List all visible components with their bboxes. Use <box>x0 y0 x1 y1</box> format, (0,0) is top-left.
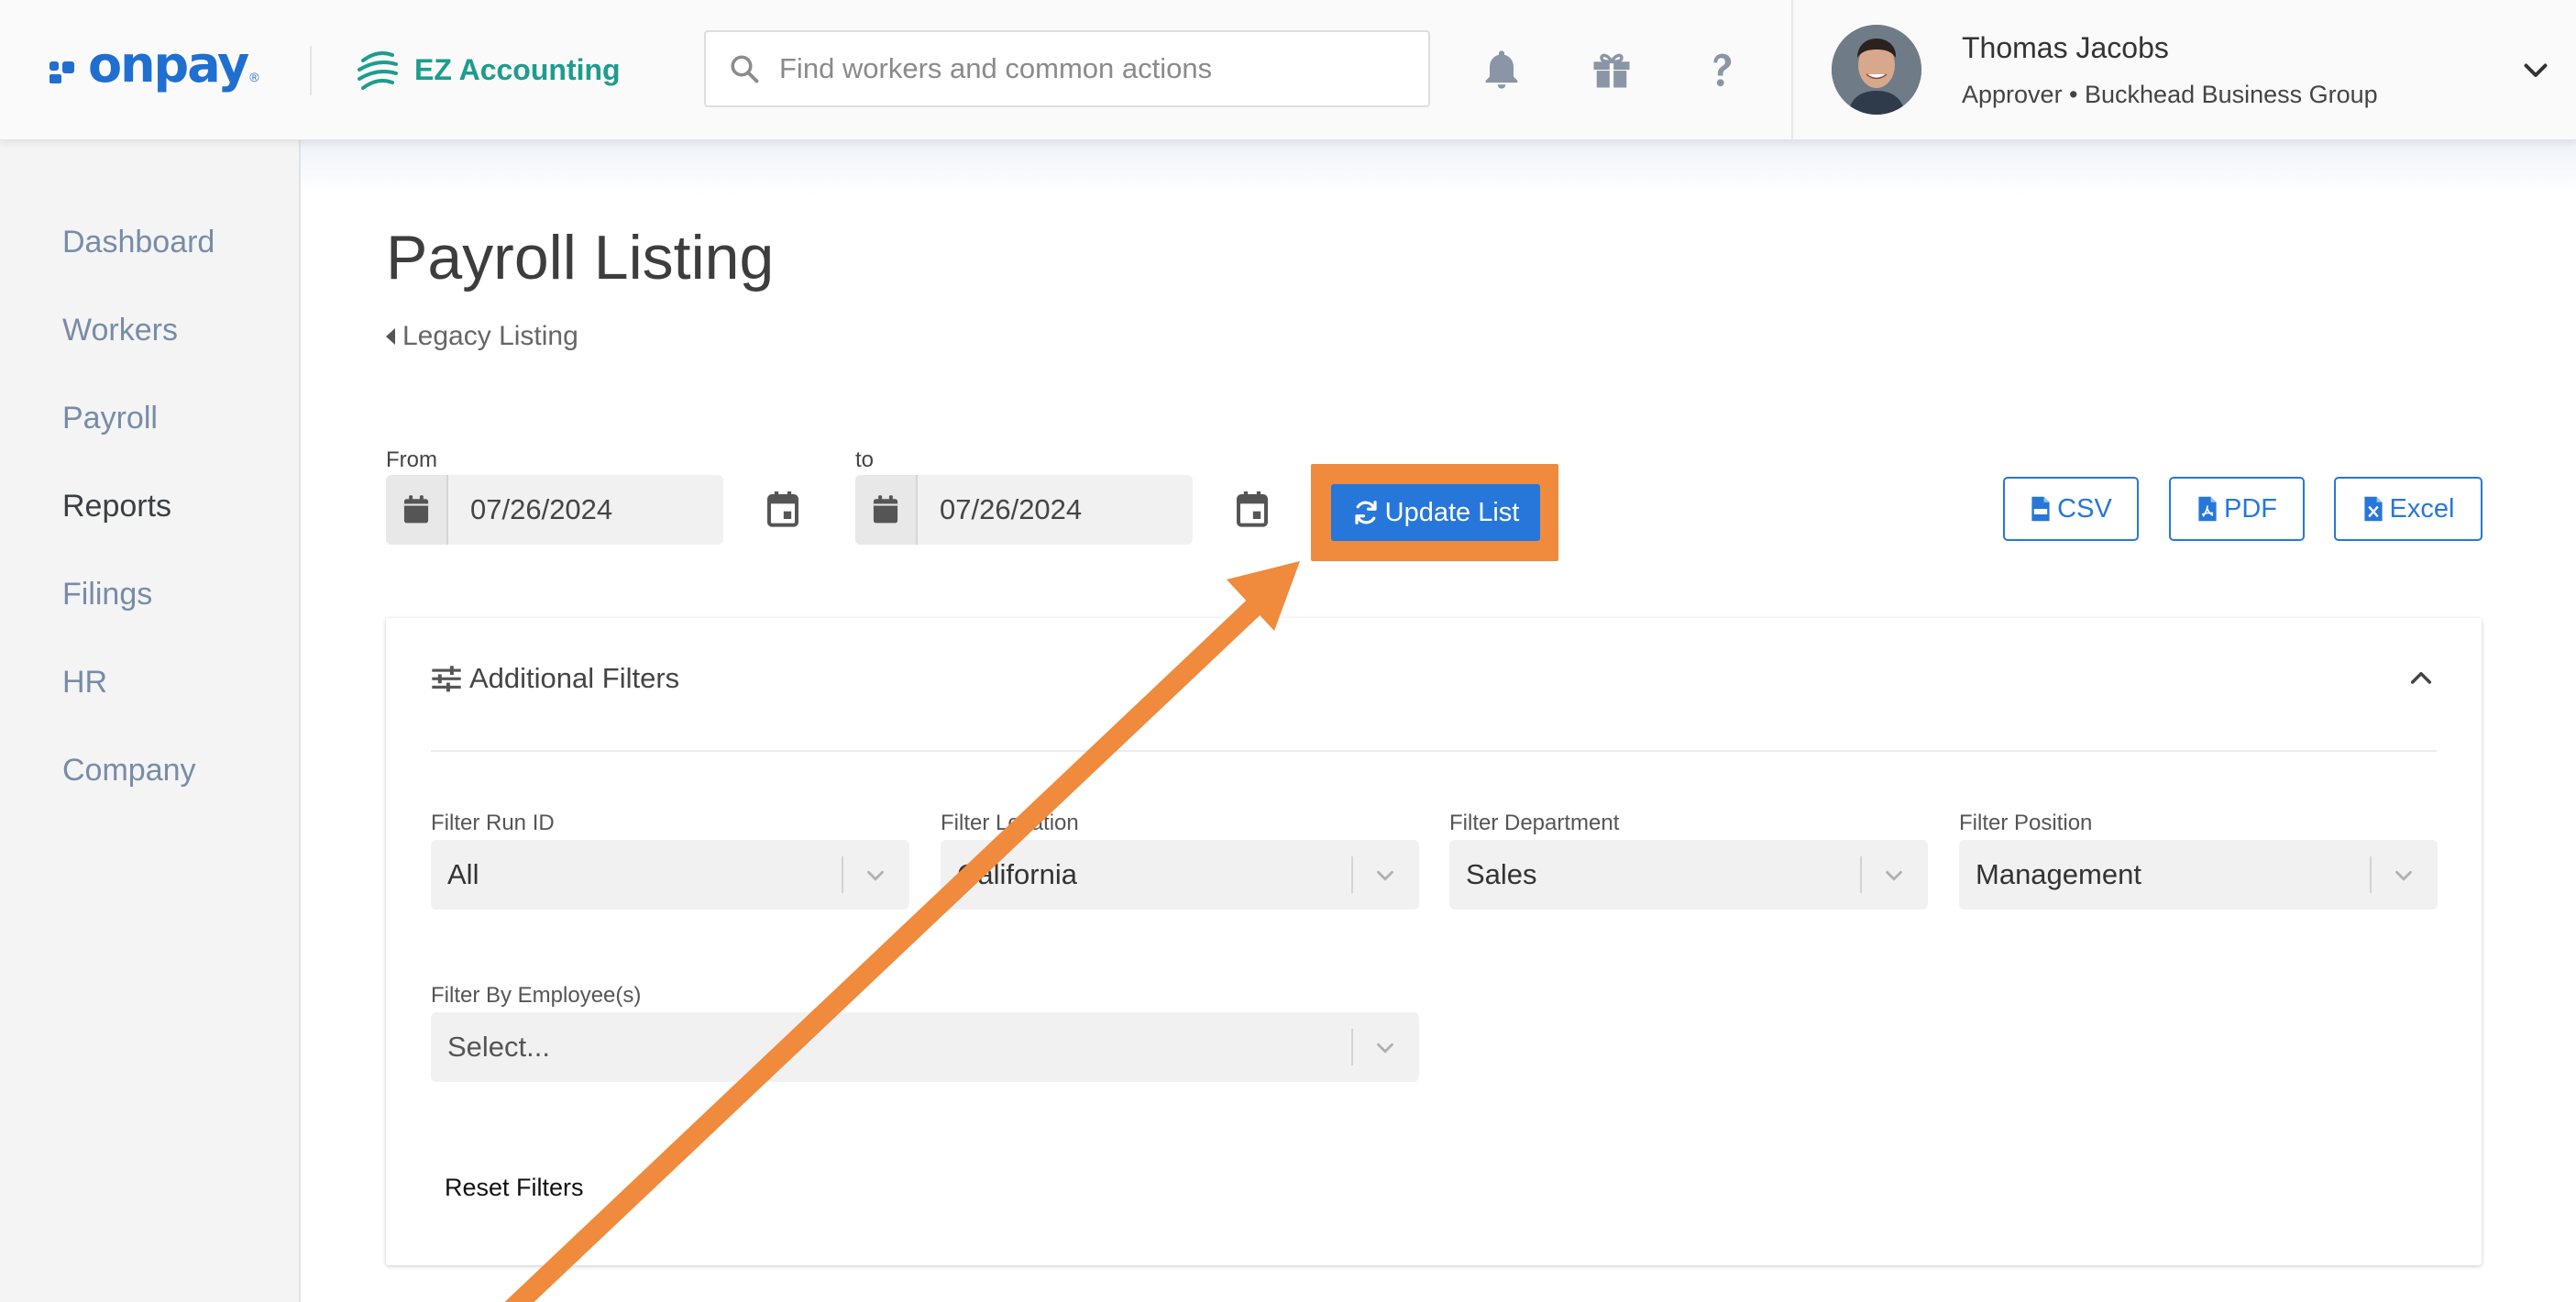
filter-employees-placeholder: Select... <box>447 1031 550 1063</box>
additional-filters-panel: Additional Filters Filter Run ID All Fil… <box>386 618 2482 1265</box>
chevron-down-icon[interactable] <box>2519 53 2552 86</box>
partner-name: EZ Accounting <box>414 52 621 86</box>
filters-divider <box>431 750 2437 752</box>
gift-button[interactable] <box>1586 44 1637 95</box>
export-csv-label: CSV <box>2057 493 2112 524</box>
select-separator <box>1351 1029 1353 1065</box>
from-date-label: From <box>386 447 437 472</box>
csv-file-icon <box>2031 496 2050 522</box>
chevron-down-icon <box>1377 870 1393 881</box>
sidebar: Dashboard Workers Payroll Reports Filing… <box>0 140 301 1302</box>
sidebar-item-payroll[interactable]: Payroll <box>62 401 158 436</box>
pdf-file-icon <box>2198 496 2217 522</box>
sliders-icon <box>432 666 461 692</box>
from-date-picker-button[interactable] <box>761 486 805 534</box>
select-separator <box>1860 856 1862 893</box>
user-name: Thomas Jacobs <box>1962 31 2169 64</box>
export-excel-label: Excel <box>2389 493 2455 524</box>
bell-icon <box>1485 50 1518 89</box>
from-date-input[interactable] <box>468 492 710 527</box>
filter-department-label: Filter Department <box>1449 811 1620 835</box>
sidebar-item-reports[interactable]: Reports <box>62 489 171 524</box>
from-date-addon <box>386 475 448 545</box>
header-divider <box>310 46 312 95</box>
filter-run-id-select[interactable]: All <box>431 840 909 910</box>
to-date-input[interactable] <box>938 492 1180 527</box>
filter-location-label: Filter Location <box>941 811 1079 835</box>
update-list-button[interactable]: Update List <box>1331 484 1540 541</box>
filter-run-id-label: Filter Run ID <box>431 811 555 835</box>
filter-location-value: California <box>957 858 1077 890</box>
onpay-logo-text: onpay <box>88 36 249 94</box>
to-date-label: to <box>855 447 875 472</box>
update-list-label: Update List <box>1384 497 1520 527</box>
user-role: Approver • Buckhead Business Group <box>1962 81 2378 108</box>
search-input[interactable] <box>777 51 1404 86</box>
filter-employees-label: Filter By Employee(s) <box>431 983 642 1008</box>
avatar[interactable] <box>1832 25 1921 115</box>
filter-department-select[interactable]: Sales <box>1449 840 1928 910</box>
export-pdf-label: PDF <box>2224 493 2277 524</box>
help-button[interactable] <box>1696 44 1747 95</box>
to-date-field[interactable] <box>855 475 1193 545</box>
calendar-icon <box>873 495 898 524</box>
additional-filters-title: Additional Filters <box>469 662 680 694</box>
partner-logo: EZ Accounting <box>350 42 621 97</box>
chevron-down-icon <box>867 870 884 881</box>
page-title: Payroll Listing <box>386 223 775 292</box>
search-icon <box>731 55 759 83</box>
filter-run-id-value: All <box>447 858 479 890</box>
export-pdf-button[interactable]: PDF <box>2169 477 2305 541</box>
reset-filters-button[interactable]: Reset Filters <box>445 1174 584 1202</box>
additional-filters-header[interactable]: Additional Filters <box>431 662 679 695</box>
onpay-logo[interactable]: onpay ® <box>50 40 259 90</box>
calendar-icon <box>403 495 429 524</box>
chevron-up-icon[interactable] <box>2406 664 2436 693</box>
calendar-icon <box>767 491 798 527</box>
legacy-listing-link[interactable]: Legacy Listing <box>386 321 578 352</box>
filter-employees-select[interactable]: Select... <box>431 1012 1419 1082</box>
chevron-down-icon <box>2395 870 2412 881</box>
chevron-down-icon <box>1377 1043 1393 1054</box>
ez-accounting-logo-icon <box>358 51 398 90</box>
from-date-field[interactable] <box>386 475 723 545</box>
header-separator <box>1791 0 1793 139</box>
export-csv-button[interactable]: CSV <box>2003 477 2139 541</box>
onpay-logo-mark <box>50 47 83 83</box>
filter-location-select[interactable]: California <box>941 840 1419 910</box>
calendar-icon <box>1237 491 1268 527</box>
sidebar-item-company[interactable]: Company <box>62 753 196 789</box>
notifications-button[interactable] <box>1476 44 1527 95</box>
select-separator <box>2370 856 2372 893</box>
top-header: onpay ® EZ Accounting Find workers and c… <box>0 0 2576 140</box>
filter-position-label: Filter Position <box>1959 811 2093 835</box>
to-date-picker-button[interactable] <box>1230 486 1274 534</box>
user-photo <box>1832 25 1921 115</box>
registered-mark: ® <box>249 70 259 84</box>
search-bar[interactable] <box>704 30 1430 107</box>
chevron-down-icon <box>1886 870 1902 881</box>
sidebar-item-hr[interactable]: HR <box>62 665 107 701</box>
filter-position-select[interactable]: Management <box>1959 840 2438 910</box>
to-date-addon <box>855 475 918 545</box>
select-separator <box>842 856 843 893</box>
export-excel-button[interactable]: Excel <box>2334 477 2482 541</box>
gift-icon <box>1593 53 1630 88</box>
content-top-shadow <box>301 140 2576 195</box>
refresh-icon <box>1355 501 1377 524</box>
legacy-listing-label: Legacy Listing <box>402 321 578 351</box>
sidebar-item-workers[interactable]: Workers <box>62 313 178 348</box>
select-separator <box>1351 856 1353 893</box>
excel-file-icon <box>2363 496 2383 522</box>
filter-department-value: Sales <box>1466 858 1537 890</box>
caret-left-icon <box>386 328 395 345</box>
filter-position-value: Management <box>1976 858 2141 890</box>
help-icon <box>1713 53 1732 87</box>
sidebar-item-dashboard[interactable]: Dashboard <box>62 225 215 260</box>
sidebar-item-filings[interactable]: Filings <box>62 577 152 612</box>
